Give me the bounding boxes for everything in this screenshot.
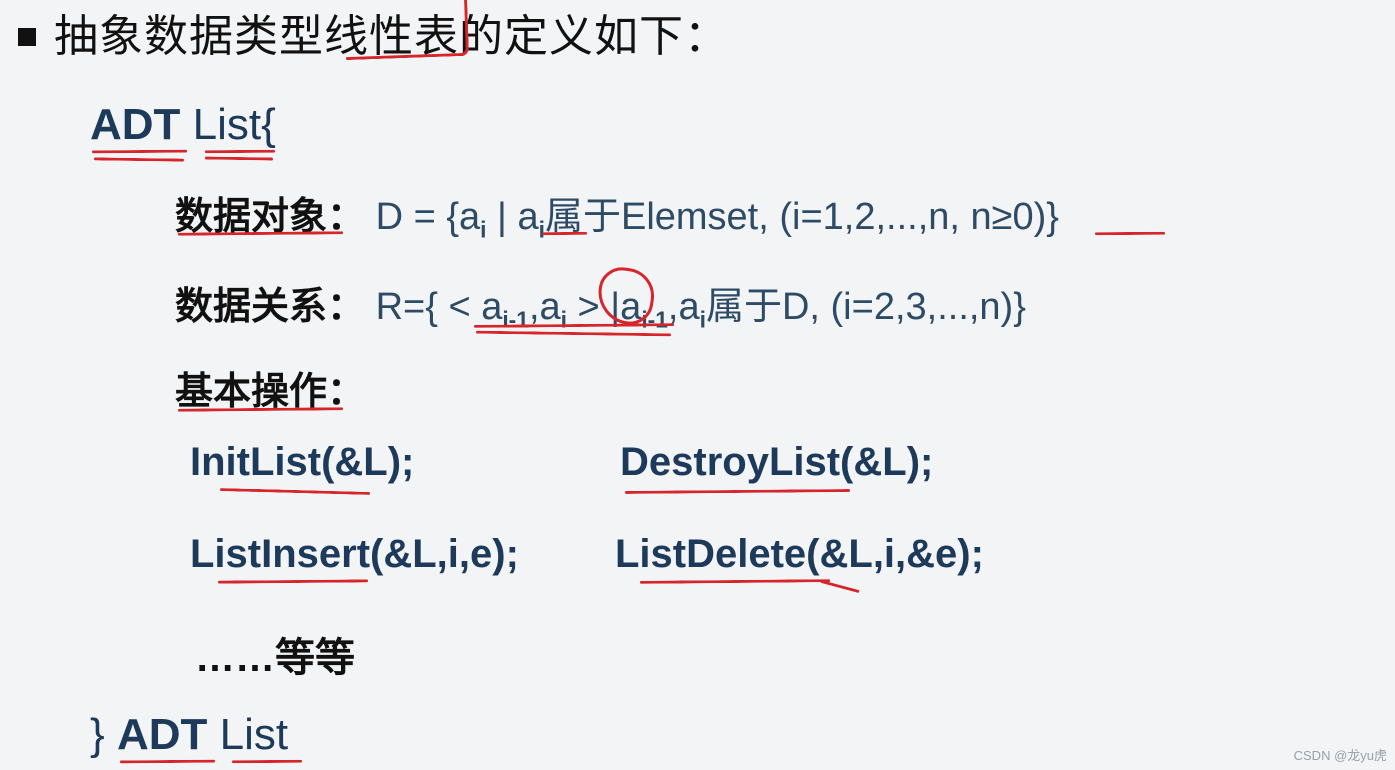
annotation-underline	[205, 157, 273, 161]
adt-keyword: ADT	[90, 100, 180, 149]
op-etc: ……等等	[195, 625, 355, 683]
data-relation-label: 数据关系：	[175, 286, 365, 328]
annotation-underline	[1095, 232, 1165, 236]
annotation-underline	[820, 580, 859, 593]
annotation-underline	[625, 489, 850, 494]
adt-keyword-close: ADT	[117, 710, 207, 759]
slide: 抽象数据类型线性表的定义如下： ADT List{ 数据对象： D = {ai …	[0, 0, 1395, 770]
adt-name: List	[193, 100, 261, 149]
op-listinsert: ListInsert(&L,i,e);	[190, 532, 519, 577]
adt-open: ADT List{	[90, 100, 276, 150]
annotation-underline	[218, 579, 368, 583]
close-brace: }	[90, 710, 105, 759]
op-destroylist: DestroyList(&L);	[620, 440, 933, 485]
annotation-box-title	[344, 0, 469, 60]
op-initlist: InitList(&L);	[190, 440, 414, 485]
data-relation-text: R={ < ai-1,ai > |ai-1,ai属于D, (i=2,3,...,…	[376, 286, 1026, 328]
annotation-underline	[120, 760, 215, 764]
watermark: CSDN @龙yu虎	[1294, 745, 1387, 764]
annotation-underline	[92, 150, 187, 154]
annotation-underline	[640, 579, 830, 584]
annotation-underline	[220, 488, 370, 495]
bullet-icon	[18, 28, 36, 46]
annotation-underline	[94, 157, 184, 161]
adt-name-close: List	[220, 710, 288, 759]
adt-close: } ADT List	[90, 710, 288, 760]
op-listdelete: ListDelete(&L,i,&e);	[615, 532, 984, 577]
annotation-underline	[205, 150, 275, 154]
data-object-text: D = {ai | ai属于Elemset, (i=1,2,...,n, n≥0…	[376, 196, 1059, 238]
open-brace: {	[261, 100, 276, 149]
annotation-underline	[232, 760, 302, 764]
data-object-line: 数据对象： D = {ai | ai属于Elemset, (i=1,2,...,…	[175, 185, 1059, 244]
annotation-underline	[542, 232, 587, 235]
